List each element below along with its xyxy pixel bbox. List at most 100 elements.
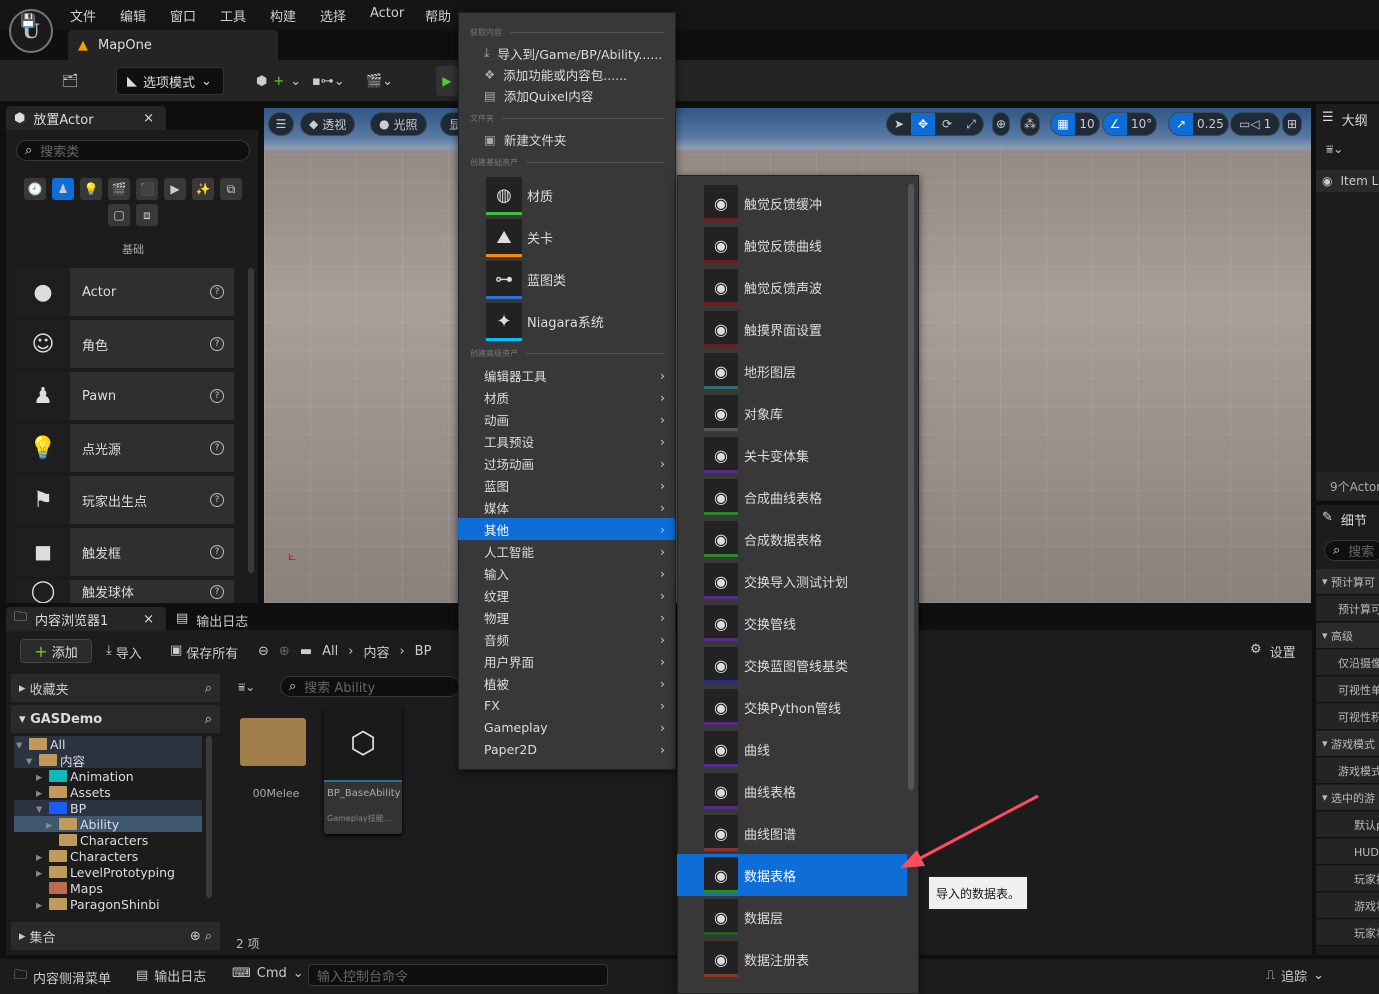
submenu-item[interactable]: ◉ 数据层 xyxy=(677,896,907,938)
submenu-item[interactable]: ◉ 数据表格 xyxy=(677,854,907,896)
folder-tree-item[interactable]: ▸ Characters xyxy=(14,848,202,864)
save-all-button[interactable]: ▣ 保存所有 xyxy=(170,643,238,662)
details-row[interactable]: ▾ 预计算可 xyxy=(1316,569,1379,595)
menu-item-category[interactable]: 输入 › xyxy=(458,562,675,584)
help-icon[interactable]: ? xyxy=(210,337,224,351)
folder-tree-item[interactable]: ▾ BP xyxy=(14,800,202,816)
actor-item[interactable]: ⚑ 玩家出生点? xyxy=(16,476,234,524)
details-search[interactable]: ⌕ 搜索 xyxy=(1324,540,1379,561)
level-tab[interactable]: ▲ MapOne xyxy=(68,30,278,60)
details-row[interactable]: 可视性单 xyxy=(1316,677,1379,703)
submenu-item[interactable]: ◉ 曲线 xyxy=(677,728,907,770)
grid-snap[interactable]: ▦ 10 xyxy=(1050,112,1100,136)
category-basic-icon[interactable]: ♟ xyxy=(52,178,74,200)
breadcrumb-item[interactable]: All xyxy=(322,644,338,659)
submenu-item[interactable]: ◉ 触觉反馈曲线 xyxy=(677,224,907,266)
menu-item-category[interactable]: 物理 › xyxy=(458,606,675,628)
actor-item[interactable]: ♟ Pawn? xyxy=(16,372,234,420)
category-cinematic-icon[interactable]: 🎬 xyxy=(108,178,130,200)
folder-tree-item[interactable]: ▸ Ability xyxy=(14,816,202,832)
add-button[interactable]: + 添加 xyxy=(20,639,92,663)
submenu-item[interactable]: ◉ 合成数据表格 xyxy=(677,518,907,560)
menu-item[interactable]: 帮助 xyxy=(425,6,451,25)
actor-item[interactable]: ◼ 触发框? xyxy=(16,528,234,576)
folder-tree-item[interactable]: ▾ 内容 xyxy=(14,752,202,769)
details-row[interactable]: 默认p xyxy=(1316,812,1379,838)
category-visual-effects-icon[interactable]: ⬛ xyxy=(136,178,158,200)
menu-item[interactable]: 构建 xyxy=(270,6,296,25)
actor-item[interactable]: 💡 点光源? xyxy=(16,424,234,472)
project-section[interactable]: ▾ GASDemo ⌕ xyxy=(11,705,220,733)
console-input[interactable]: 输入控制台命令 xyxy=(308,964,608,986)
category-volumes-icon[interactable]: ▶ xyxy=(164,178,186,200)
folder-tree-item[interactable]: ▾ All xyxy=(14,736,202,752)
help-icon[interactable]: ? xyxy=(210,584,224,599)
details-row[interactable]: 可视性积 xyxy=(1316,704,1379,730)
menu-item-category[interactable]: 纹理 › xyxy=(458,584,675,606)
cmd-selector[interactable]: ⌨ Cmd ⌄ xyxy=(232,966,304,981)
folder-tree-item[interactable]: ▸ LevelPrototyping xyxy=(14,864,202,880)
menu-item-category[interactable]: 动画 › xyxy=(458,408,675,430)
output-log-button[interactable]: ▤ 输出日志 xyxy=(136,966,206,985)
save-icon[interactable]: 💾 xyxy=(20,8,36,34)
details-row[interactable]: 预计算可 xyxy=(1316,596,1379,622)
category-recent-icon[interactable]: 🕘 xyxy=(24,178,46,200)
menu-item[interactable]: Actor xyxy=(370,6,404,21)
menu-item-import[interactable]: ⤓ 导入到/Game/BP/Ability...... xyxy=(458,42,675,64)
folder-tree-item[interactable]: Maps xyxy=(14,880,202,896)
import-button[interactable]: ⤓ 导入 xyxy=(106,643,142,662)
menu-item-new-folder[interactable]: ▣ 新建文件夹 xyxy=(458,128,675,150)
asset-label[interactable]: 00Melee xyxy=(240,787,312,800)
menu-item-category[interactable]: 音频 › xyxy=(458,628,675,650)
submenu-item[interactable]: ◉ 关卡变体集 xyxy=(677,434,907,476)
category-all-classes-icon[interactable]: ⧈ xyxy=(136,204,158,226)
add-collection-icon[interactable]: ⊕ xyxy=(190,929,201,944)
actor-item[interactable]: ● Actor? xyxy=(16,268,234,316)
search-icon[interactable]: ⌕ xyxy=(205,681,212,696)
basic-asset-item[interactable]: ⛰ 关卡 xyxy=(486,217,553,257)
category-niagara-icon[interactable]: ✨ xyxy=(192,178,214,200)
details-row[interactable]: 玩家状 xyxy=(1316,920,1379,946)
submenu-item[interactable]: ◉ 交换蓝图管线基类 xyxy=(677,644,907,686)
category-lights-icon[interactable]: 💡 xyxy=(80,178,102,200)
basic-asset-item[interactable]: ◍ 材质 xyxy=(486,175,553,215)
blueprint-button[interactable]: ▪⊶⌄ xyxy=(312,68,345,94)
help-icon[interactable]: ? xyxy=(210,285,224,299)
menu-item-category[interactable]: 植被 › xyxy=(458,672,675,694)
menu-item-add-quixel[interactable]: ▤ 添加Quixel内容 xyxy=(458,84,675,106)
submenu-item[interactable]: ◉ 地形图层 xyxy=(677,350,907,392)
submenu-item[interactable]: ◉ 交换管线 xyxy=(677,602,907,644)
menu-item-category[interactable]: 过场动画 › xyxy=(458,452,675,474)
rotation-snap[interactable]: ∠ 10° xyxy=(1102,112,1158,136)
viewport-menu-button[interactable]: ☰ xyxy=(268,112,294,136)
details-row[interactable]: 游戏状 xyxy=(1316,893,1379,919)
submenu-item[interactable]: ◉ 曲线图谱 xyxy=(677,812,907,854)
collections-section[interactable]: ▸ 集合 ⊕ ⌕ xyxy=(11,922,220,950)
menu-item-category[interactable]: Paper2D › xyxy=(458,738,675,760)
help-icon[interactable]: ? xyxy=(210,389,224,403)
details-row[interactable]: HUD类 xyxy=(1316,839,1379,865)
breadcrumb-item[interactable]: BP xyxy=(415,644,432,659)
submenu-item[interactable]: ◉ 触觉反馈缓冲 xyxy=(677,182,907,224)
details-row[interactable]: 仅沿摄像 xyxy=(1316,650,1379,676)
category-shapes-icon[interactable]: ⧉ xyxy=(220,178,242,200)
menu-item-category[interactable]: FX › xyxy=(458,694,675,716)
menu-item-category[interactable]: 工具预设 › xyxy=(458,430,675,452)
menu-item[interactable]: 工具 xyxy=(220,6,246,25)
content-drawer-button[interactable]: 🗀 内容侧滑菜单 xyxy=(14,966,111,988)
menu-item[interactable]: 文件 xyxy=(70,6,96,25)
menu-item-category[interactable]: 媒体 › xyxy=(458,496,675,518)
tree-scrollbar[interactable] xyxy=(206,736,212,898)
menu-item-category[interactable]: 其他 › xyxy=(458,518,675,540)
surface-snap-icon[interactable]: ⁂ xyxy=(1020,112,1040,136)
submenu-item[interactable]: ◉ 交换Python管线 xyxy=(677,686,907,728)
search-icon[interactable]: ⌕ xyxy=(205,929,212,944)
menu-item[interactable]: 编辑 xyxy=(120,6,146,25)
menu-item-add-feature[interactable]: ❖ 添加功能或内容包...... xyxy=(458,63,675,85)
folder-icon[interactable] xyxy=(240,718,306,766)
select-tool-icon[interactable]: ➤ xyxy=(887,113,911,135)
submenu-item[interactable]: ◉ 对象库 xyxy=(677,392,907,434)
folder-tree-item[interactable]: ▸ ParagonShinbi xyxy=(14,896,202,912)
help-icon[interactable]: ? xyxy=(210,493,224,507)
details-row[interactable]: ▾ 高级 xyxy=(1316,623,1379,649)
